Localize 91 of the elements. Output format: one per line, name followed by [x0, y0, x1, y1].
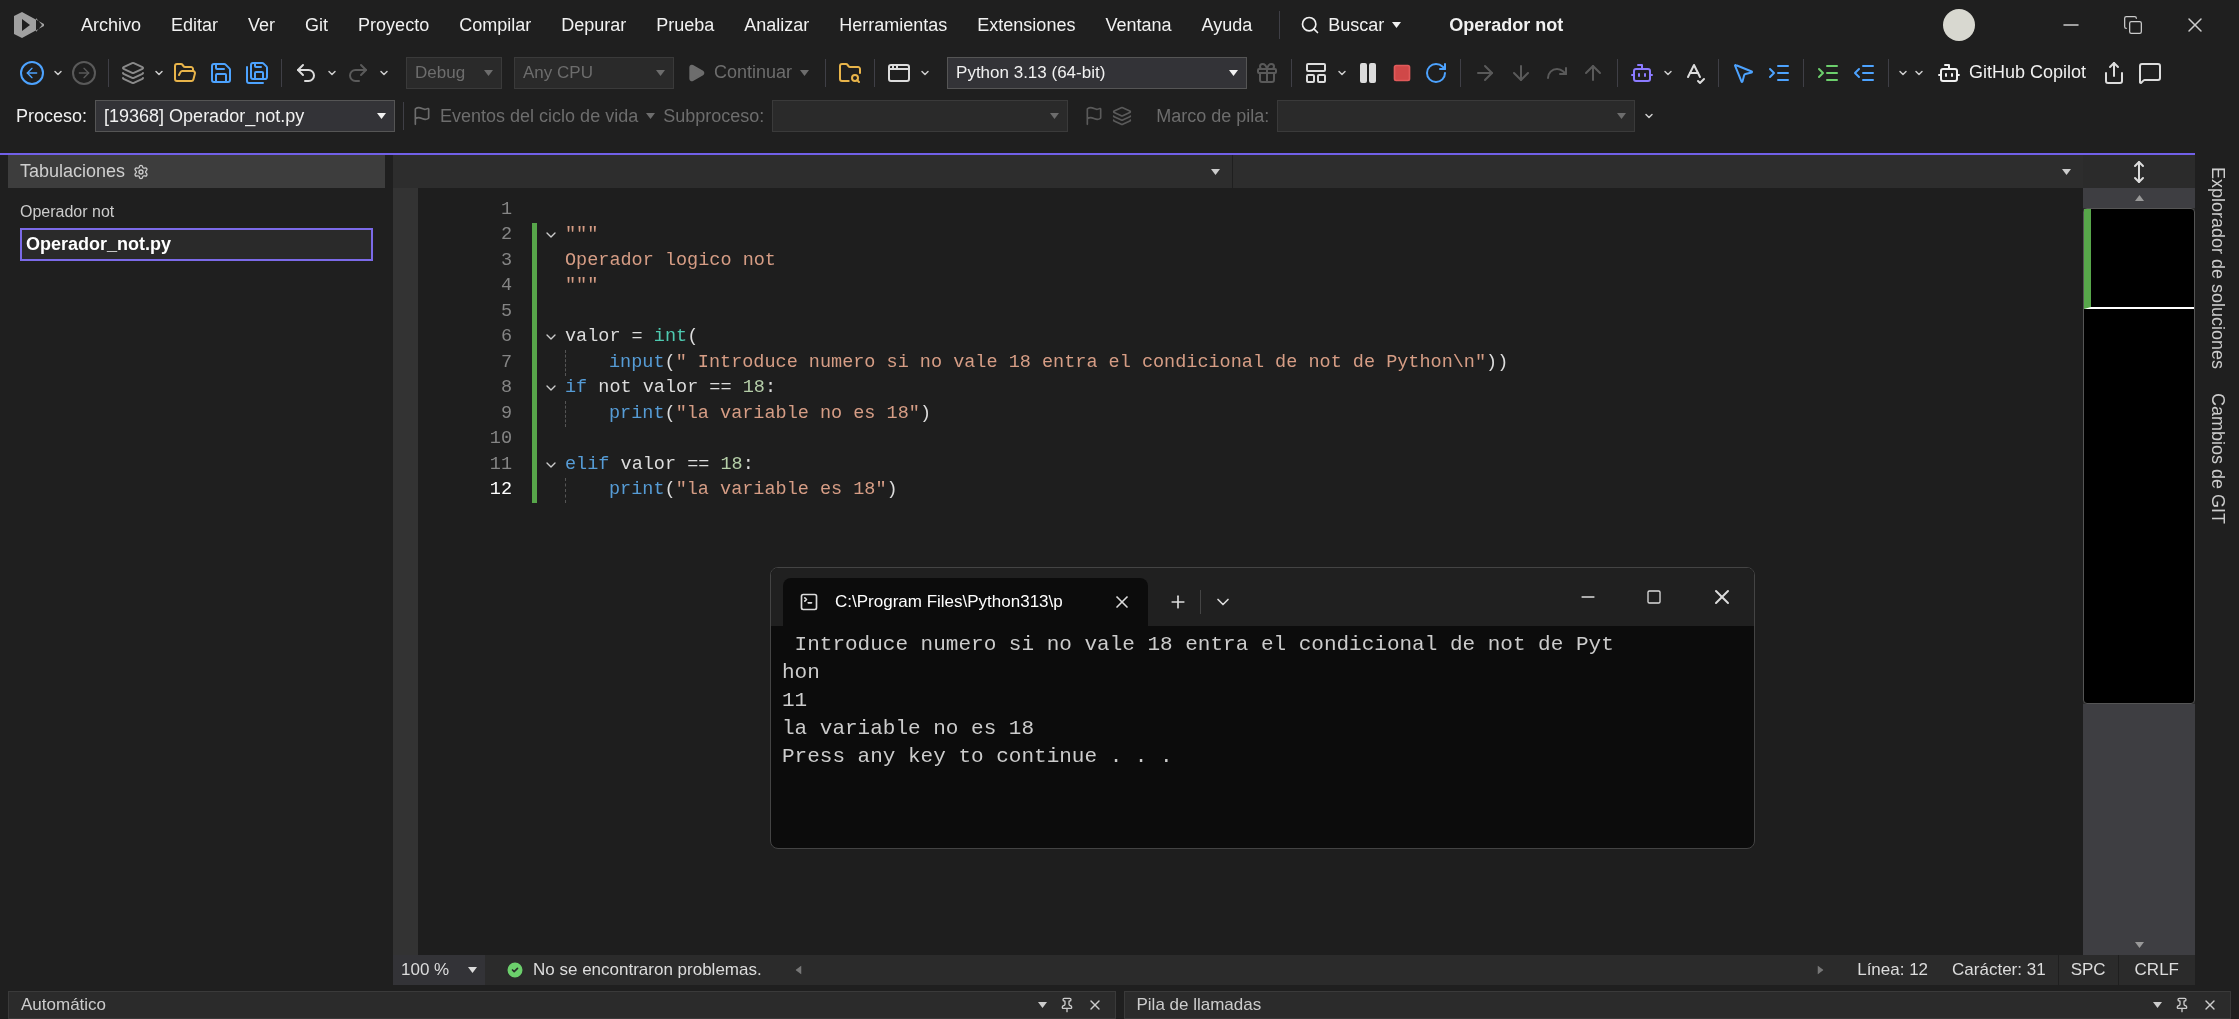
code-line: if not valor == 18:	[565, 376, 776, 401]
menu-item[interactable]: Editar	[156, 11, 234, 39]
line-number: 9	[499, 401, 512, 426]
code-line: """	[565, 223, 599, 248]
scroll-up-icon	[2134, 195, 2144, 201]
line-indicator[interactable]: Línea: 12	[1857, 957, 1929, 983]
code-line: Operador logico not	[565, 248, 776, 273]
caret-icon	[1050, 113, 1060, 119]
window-title: Operador not	[1449, 13, 1564, 37]
console-icon	[799, 592, 819, 612]
caret-icon	[377, 113, 387, 119]
caret-icon	[2062, 168, 2071, 175]
search-icon	[1300, 15, 1321, 35]
code-line: print("la variable es 18")	[609, 478, 898, 503]
menu-item[interactable]: Ayuda	[1186, 11, 1268, 39]
flag-icon[interactable]	[1084, 106, 1105, 126]
thread-label: Subproceso:	[663, 104, 765, 128]
panel-title: Pila de llamadas	[1136, 994, 1263, 1017]
caret-icon	[1617, 113, 1627, 119]
side-tab[interactable]: Explorador de soluciones	[2203, 167, 2231, 370]
console-line: Introduce numero si no vale 18 entra el condicional de not de Pyt	[793, 632, 1614, 658]
code-line: valor = int(	[565, 325, 699, 350]
settings-icon[interactable]	[133, 163, 150, 180]
menu-item[interactable]: Ver	[233, 11, 291, 39]
process-dropdown[interactable]: [19368] Operador_not.py	[95, 100, 396, 132]
line-number: 7	[499, 350, 512, 375]
panel-menu-icon	[1037, 1002, 1047, 1008]
code-line: elif valor == 18:	[565, 452, 754, 477]
zoom-dropdown[interactable]: 100 %	[393, 955, 485, 985]
menu-item[interactable]: Prueba	[641, 11, 730, 39]
open-file-tab[interactable]: Operador_not.py	[20, 228, 373, 261]
stack-label: Marco de pila:	[1156, 104, 1270, 128]
line-number: 3	[499, 248, 512, 273]
app-logo-icon	[12, 10, 46, 40]
restore-icon[interactable]	[2123, 15, 2143, 35]
group-label: Operador not	[20, 202, 116, 222]
copilot-button[interactable]: GitHub Copilot	[1929, 56, 2095, 89]
whitespace-indicator[interactable]: SPC	[2057, 955, 2118, 985]
menu-item[interactable]: Herramientas	[824, 11, 963, 39]
line-number: 11	[488, 452, 512, 477]
scroll-right-icon	[1817, 965, 1824, 975]
line-number: 6	[499, 325, 512, 350]
caret-icon	[1211, 168, 1220, 175]
line-number: 1	[499, 197, 512, 222]
scroll-down-icon	[2134, 942, 2144, 948]
pin-icon[interactable]	[2174, 997, 2190, 1013]
caret-icon	[1392, 22, 1402, 28]
menu-item[interactable]: Extensiones	[962, 11, 1091, 39]
play-icon	[686, 62, 706, 83]
line-number: 10	[488, 427, 512, 452]
maximize-icon[interactable]	[1646, 589, 1662, 605]
panel-title: Automático	[21, 994, 108, 1017]
console-line: hon	[782, 660, 820, 686]
console-line: la variable no es 18	[782, 716, 1035, 742]
caret-icon	[484, 69, 493, 76]
caret-icon	[1229, 69, 1239, 76]
check-icon	[505, 960, 525, 980]
menu-item[interactable]: Archivo	[66, 11, 157, 39]
scroll-left-icon	[795, 965, 802, 975]
line-ending-indicator[interactable]: CRLF	[2117, 955, 2195, 985]
panel-title: Tabulaciones	[20, 160, 126, 183]
problems-status[interactable]: No se encontraron problemas.	[533, 957, 762, 983]
menu-item[interactable]: Depurar	[546, 11, 642, 39]
line-number: 8	[499, 376, 512, 401]
code-minimap-drawing[interactable]	[2083, 208, 2195, 704]
code-line: input(" Introduce numero si no vale 18 entra el condicional de not de Python\n"))	[609, 350, 1509, 375]
console-tab[interactable]: C:\Program Files\Python313\p	[783, 578, 1148, 626]
menu-item[interactable]: Analizar	[729, 11, 825, 39]
side-tab[interactable]: Cambios de GIT	[2203, 393, 2231, 525]
line-number: 12	[488, 478, 512, 503]
column-indicator[interactable]: Carácter: 31	[1952, 957, 2046, 983]
console-line: Press any key to continue . . .	[782, 744, 1174, 770]
line-number: 2	[499, 223, 512, 248]
menu-item[interactable]: Ventana	[1090, 11, 1187, 39]
line-number: 5	[499, 299, 512, 324]
interpreter-dropdown[interactable]: Python 3.13 (64-bit)	[947, 56, 1248, 89]
console-line: 11	[782, 688, 808, 714]
menu-item[interactable]: Compilar	[444, 11, 547, 39]
caret-icon	[646, 113, 656, 119]
search-button[interactable]: Buscar	[1292, 11, 1410, 39]
caret-icon	[800, 69, 810, 76]
code-line: """	[565, 274, 599, 299]
caret-icon	[468, 967, 477, 973]
menu-item[interactable]: Proyecto	[343, 11, 445, 39]
account-avatar[interactable]	[1943, 9, 1975, 41]
caret-icon	[656, 69, 665, 76]
panel-menu-icon	[2153, 1002, 2162, 1008]
menu-item[interactable]: Git	[290, 11, 344, 39]
line-number: 4	[499, 274, 512, 299]
process-label: Proceso:	[16, 104, 88, 128]
code-line: print("la variable no es 18")	[609, 401, 931, 426]
